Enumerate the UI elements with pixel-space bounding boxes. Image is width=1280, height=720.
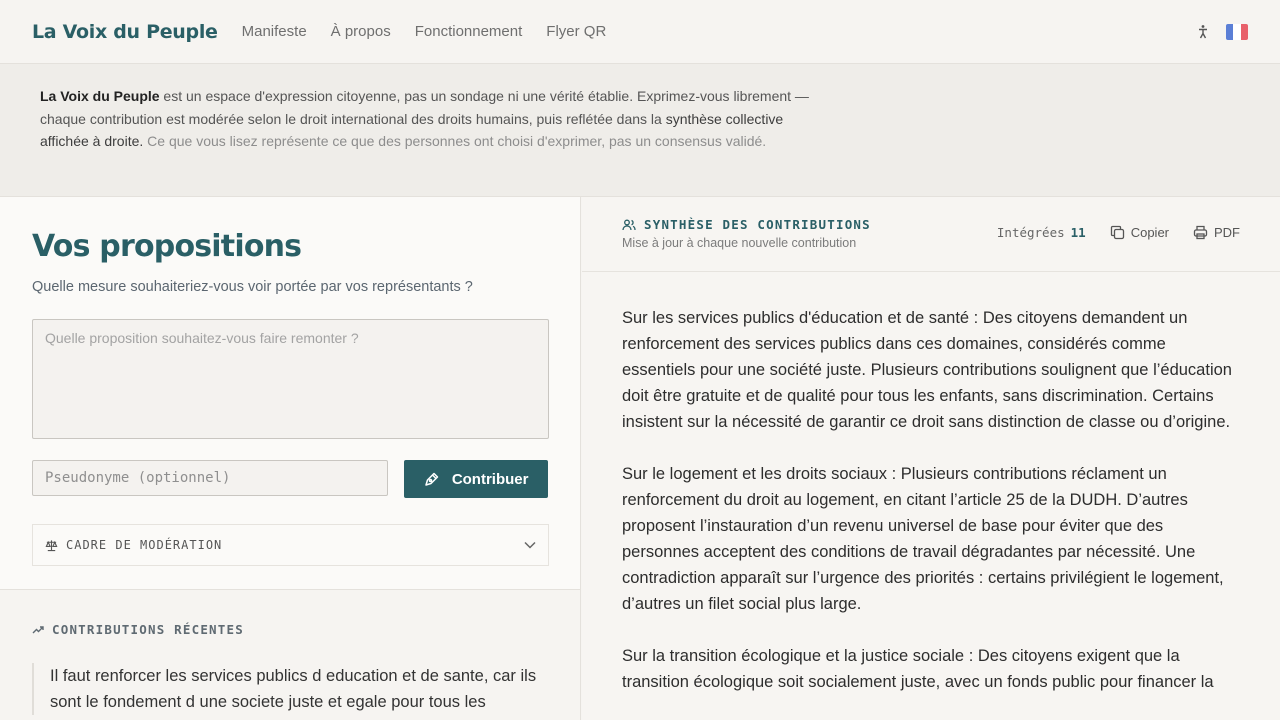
chevron-down-icon xyxy=(524,536,536,554)
disclaimer-banner: La Voix du Peuple est un espace d'expres… xyxy=(0,64,1280,197)
left-column: Vos propositions Quelle mesure souhaiter… xyxy=(0,197,581,720)
synthesis-content: Sur les services publics d'éducation et … xyxy=(582,272,1280,695)
users-icon xyxy=(622,219,636,230)
brand-logo[interactable]: La Voix du Peuple xyxy=(32,21,218,43)
synthesis-title-label: SYNTHÈSE DES CONTRIBUTIONS xyxy=(644,217,871,232)
synthesis-paragraph: Sur les services publics d'éducation et … xyxy=(622,309,1232,431)
integrated-count: 11 xyxy=(1070,225,1086,240)
pdf-button[interactable]: PDF xyxy=(1193,225,1240,240)
french-flag-icon[interactable] xyxy=(1226,23,1248,40)
disclaimer-muted-text: Ce que vous lisez représente ce que des … xyxy=(143,133,767,149)
header-actions xyxy=(1196,23,1248,40)
pdf-button-label: PDF xyxy=(1214,225,1240,240)
contribute-button[interactable]: Contribuer xyxy=(404,460,548,498)
scales-icon xyxy=(45,539,58,551)
pen-icon xyxy=(425,472,439,486)
synthesis-title: SYNTHÈSE DES CONTRIBUTIONS xyxy=(622,217,871,232)
integrated-count-badge: Intégrées 11 xyxy=(997,225,1086,240)
nav-link-flyer-qr[interactable]: Flyer QR xyxy=(546,23,606,40)
nav-link-fonctionnement[interactable]: Fonctionnement xyxy=(415,23,523,40)
page-title: Vos propositions xyxy=(32,229,302,264)
nav-link-manifeste[interactable]: Manifeste xyxy=(242,23,307,40)
form-actions-row: Contribuer xyxy=(32,460,548,498)
top-navigation-bar: La Voix du Peuple Manifeste À propos Fon… xyxy=(0,0,1280,64)
integrated-label: Intégrées xyxy=(996,225,1065,240)
synthesis-toolbar: Intégrées 11 Copier PDF xyxy=(997,217,1240,240)
synthesis-heading-group: SYNTHÈSE DES CONTRIBUTIONS Mise à jour à… xyxy=(622,217,871,250)
copy-icon xyxy=(1110,225,1124,240)
moderation-framework-accordion[interactable]: CADRE DE MODÉRATION xyxy=(32,524,549,566)
copy-button-label: Copier xyxy=(1130,225,1169,240)
accessibility-icon[interactable] xyxy=(1196,24,1210,40)
recent-contributions-heading: CONTRIBUTIONS RÉCENTES xyxy=(32,622,548,637)
proposal-textarea[interactable] xyxy=(32,319,549,439)
moderation-label: CADRE DE MODÉRATION xyxy=(66,538,223,552)
flag-stripe-blue xyxy=(1226,23,1234,40)
printer-icon xyxy=(1193,225,1208,240)
synthesis-paragraph: Sur le logement et les droits sociaux : … xyxy=(622,465,1224,613)
synthesis-paragraph: Sur la transition écologique et la justi… xyxy=(622,647,1214,691)
contribution-item: Il faut renforcer les services publics d… xyxy=(32,663,549,715)
main-nav: Manifeste À propos Fonctionnement Flyer … xyxy=(242,23,607,40)
recent-contributions: CONTRIBUTIONS RÉCENTES Il faut renforcer… xyxy=(0,590,580,715)
nav-link-a-propos[interactable]: À propos xyxy=(331,23,391,40)
synthesis-panel: SYNTHÈSE DES CONTRIBUTIONS Mise à jour à… xyxy=(582,197,1280,720)
disclaimer-brand: La Voix du Peuple xyxy=(40,88,160,104)
copy-button[interactable]: Copier xyxy=(1110,225,1169,240)
proposal-form: Vos propositions Quelle mesure souhaiter… xyxy=(0,197,580,590)
flag-stripe-red xyxy=(1240,23,1248,40)
disclaimer-text: La Voix du Peuple est un espace d'expres… xyxy=(40,85,810,153)
pseudonym-input[interactable] xyxy=(32,460,389,496)
recent-contributions-label: CONTRIBUTIONS RÉCENTES xyxy=(52,622,244,637)
synthesis-subtitle: Mise à jour à chaque nouvelle contributi… xyxy=(622,236,857,250)
contribute-button-label: Contribuer xyxy=(451,470,529,488)
synthesis-header: SYNTHÈSE DES CONTRIBUTIONS Mise à jour à… xyxy=(582,197,1280,272)
flag-stripe-white xyxy=(1233,23,1241,40)
page-subtitle: Quelle mesure souhaiteriez-vous voir por… xyxy=(32,279,473,295)
trending-up-icon xyxy=(32,625,44,633)
